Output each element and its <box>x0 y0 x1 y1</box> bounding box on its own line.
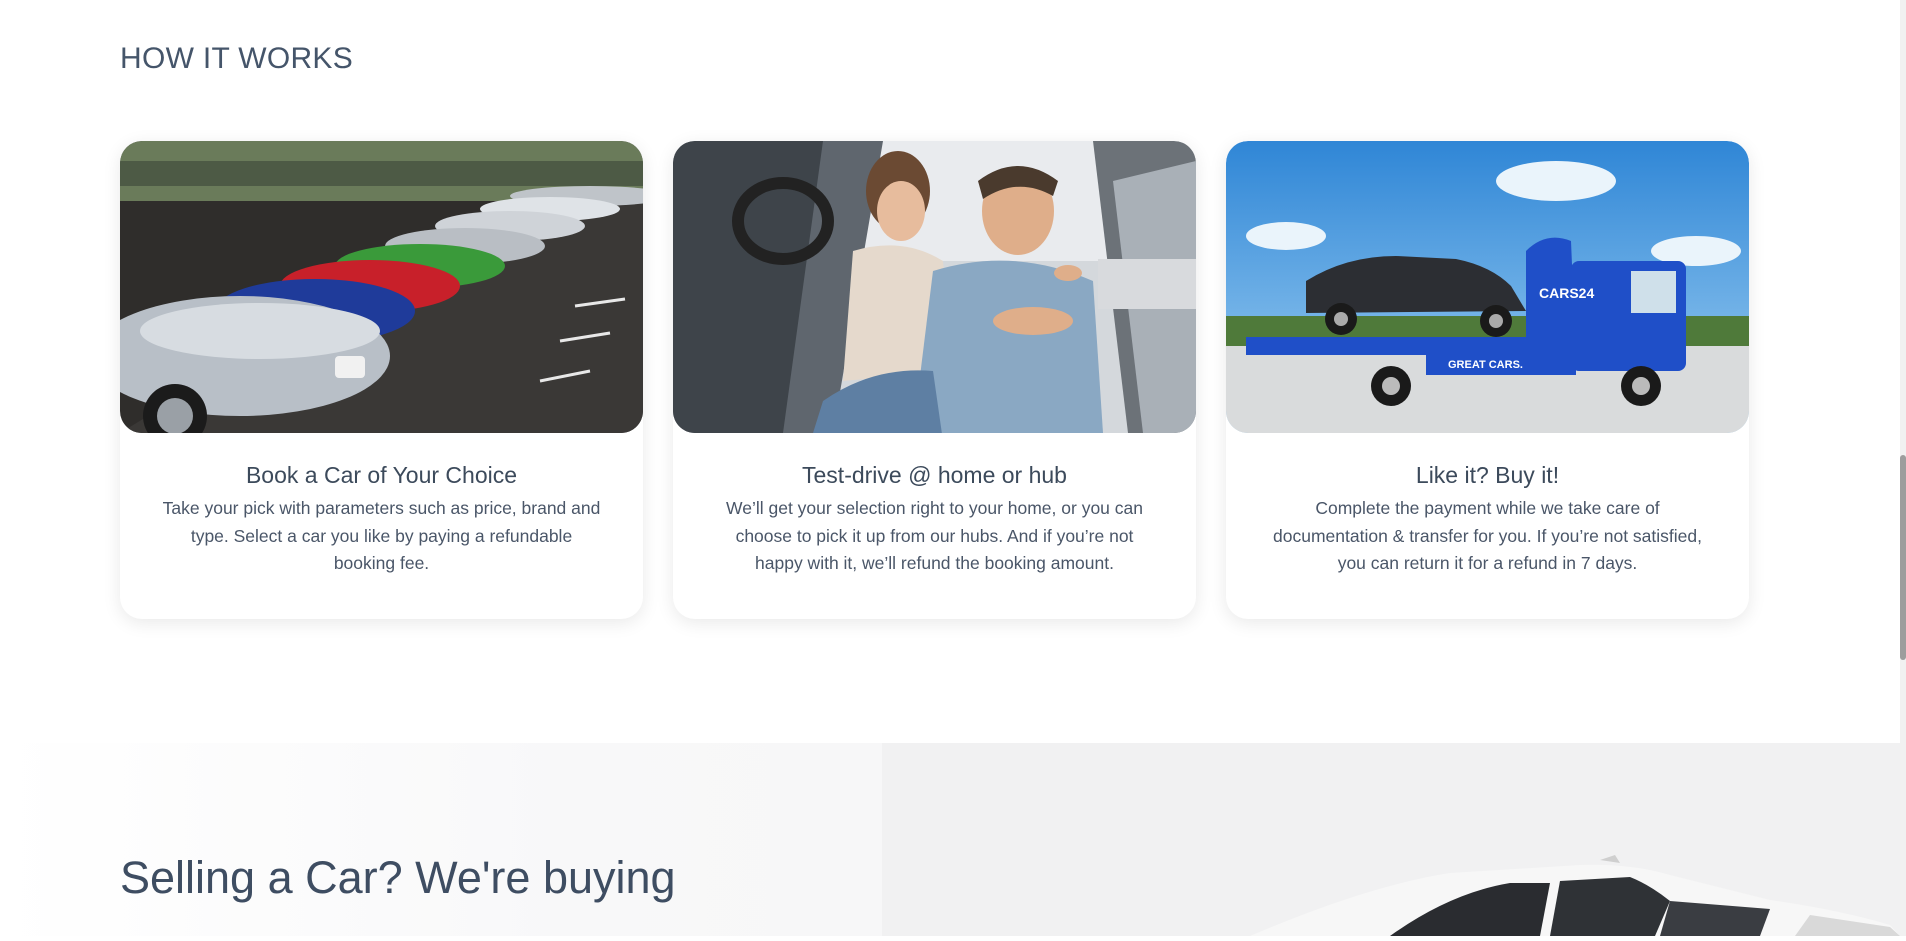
page-scrollbar[interactable] <box>1900 0 1906 936</box>
scrollbar-thumb[interactable] <box>1900 455 1906 660</box>
step-card-test-drive[interactable]: Test-drive @ home or hub We’ll get your … <box>673 141 1196 619</box>
sell-car-image <box>1250 855 1900 941</box>
how-it-works-cards: Book a Car of Your Choice Take your pick… <box>120 141 1749 619</box>
step-title: Book a Car of Your Choice <box>245 462 518 488</box>
step-description: Take your pick with parameters such as p… <box>162 498 601 573</box>
test-drive-couple-photo <box>673 141 1196 433</box>
step-card-buy[interactable]: GREAT CARS. CARS24 Like it? Buy it! Comp… <box>1226 141 1749 619</box>
truck-brand: CARS24 <box>1539 285 1594 301</box>
step-description: We’ll get your selection right to your h… <box>726 498 1143 573</box>
step-title: Like it? Buy it! <box>1415 462 1560 488</box>
sell-section-title: Selling a Car? We're buying <box>120 852 676 903</box>
truck-slogan: GREAT CARS. <box>1448 359 1523 371</box>
delivery-truck-photo: GREAT CARS. CARS24 <box>1226 141 1749 433</box>
section-title: HOW IT WORKS <box>120 42 354 75</box>
car-parking-lot-photo <box>120 141 643 433</box>
step-title: Test-drive @ home or hub <box>802 462 1067 488</box>
step-description: Complete the payment while we take care … <box>1273 498 1702 573</box>
step-card-book[interactable]: Book a Car of Your Choice Take your pick… <box>120 141 643 619</box>
